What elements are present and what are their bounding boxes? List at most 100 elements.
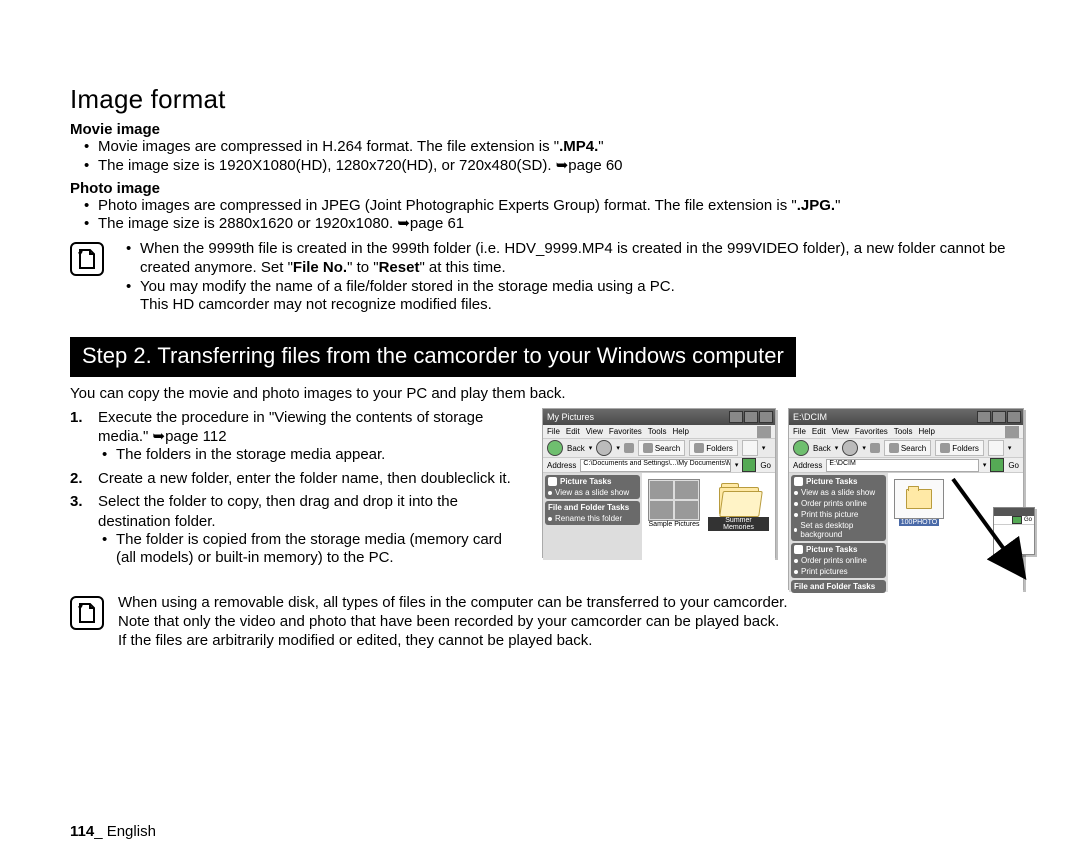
new-folder-item[interactable]: Summer Memories	[708, 479, 769, 531]
task-item[interactable]: View as a slide show	[794, 488, 883, 497]
page-number: 114	[70, 823, 94, 840]
sample-pictures-thumb	[648, 479, 700, 521]
picture-tasks-panel: Picture Tasks View as a slide show	[545, 475, 640, 499]
menu-file[interactable]: File	[793, 427, 806, 436]
screenshots: My Pictures File Edit View Favorites Too…	[542, 408, 1024, 590]
go-button[interactable]	[742, 458, 756, 472]
picture-tasks-icon	[548, 477, 557, 486]
forward-button[interactable]	[842, 440, 858, 456]
side-panel: Picture Tasks View as a slide show File …	[543, 473, 642, 560]
forward-button[interactable]	[596, 440, 612, 456]
back-button[interactable]	[547, 440, 563, 456]
task-item[interactable]: Set as desktop background	[794, 521, 883, 539]
screenshot-dcim: E:\DCIM File Edit View Favorites Tools H…	[788, 408, 1024, 590]
step-1-sub: The folders in the storage media appear.	[98, 446, 524, 465]
views-button[interactable]	[988, 440, 1004, 456]
search-icon	[889, 443, 899, 453]
task-item[interactable]: Print this picture	[794, 510, 883, 519]
minimize-button[interactable]	[729, 411, 743, 423]
movie-list: Movie images are compressed in H.264 for…	[70, 138, 1024, 176]
screenshot-my-pictures: My Pictures File Edit View Favorites Too…	[542, 408, 776, 558]
page-language: _ English	[94, 823, 156, 840]
task-item[interactable]: Order prints online	[794, 556, 883, 565]
page: Image format Movie image Movie images ar…	[0, 0, 1080, 866]
page-title: Image format	[70, 84, 1024, 115]
menu-file[interactable]: File	[547, 427, 560, 436]
windows-logo-icon	[757, 426, 771, 438]
titlebar: My Pictures	[543, 409, 775, 425]
task-item[interactable]: Order prints online	[794, 499, 883, 508]
menu-edit[interactable]: Edit	[812, 427, 826, 436]
views-button[interactable]	[742, 440, 758, 456]
close-button[interactable]	[759, 411, 773, 423]
folders-icon	[940, 443, 950, 453]
search-button[interactable]: Search	[884, 440, 931, 456]
note-2: When using a removable disk, all types o…	[70, 594, 1024, 650]
go-button[interactable]	[990, 458, 1004, 472]
toolbar: Back ▾ ▾ Search Folders ▾	[543, 439, 775, 458]
movie-bullet-2: The image size is 1920X1080(HD), 1280x72…	[70, 157, 1024, 176]
picture-tasks-panel: Picture Tasks View as a slide show Order…	[791, 475, 886, 541]
content-pane: Sample Pictures Summer Memories	[642, 473, 775, 560]
minimize-button[interactable]	[977, 411, 991, 423]
maximize-button[interactable]	[992, 411, 1006, 423]
menu-view[interactable]: View	[586, 427, 603, 436]
menu-bar: File Edit View Favorites Tools Help	[543, 425, 775, 439]
close-button[interactable]	[1007, 411, 1021, 423]
folders-icon	[694, 443, 704, 453]
note2-line3: If the files are arbitrarily modified or…	[118, 632, 1024, 651]
note-1: When the 9999th file is created in the 9…	[70, 240, 1024, 319]
picture-tasks-icon	[794, 545, 803, 554]
step-3: 3. Select the folder to copy, then drag …	[70, 492, 524, 568]
photo-bullet-2: The image size is 2880x1620 or 1920x1080…	[70, 215, 1024, 234]
file-folder-tasks-panel: File and Folder Tasks Rename this folder	[545, 501, 640, 525]
note1-line1: When the 9999th file is created in the 9…	[118, 240, 1024, 278]
picture-tasks-panel-2: Picture Tasks Order prints online Print …	[791, 543, 886, 578]
search-button[interactable]: Search	[638, 440, 685, 456]
photo-bullet-1: Photo images are compressed in JPEG (Joi…	[70, 197, 1024, 216]
menu-tools[interactable]: Tools	[894, 427, 913, 436]
note1-line2: You may modify the name of a file/folder…	[118, 278, 1024, 316]
sample-pictures-item[interactable]: Sample Pictures	[648, 479, 700, 528]
photo-image-heading: Photo image	[70, 180, 1024, 197]
search-icon	[643, 443, 653, 453]
photo-list: Photo images are compressed in JPEG (Joi…	[70, 197, 1024, 235]
address-input[interactable]: E:\DCIM	[826, 459, 978, 472]
menu-edit[interactable]: Edit	[566, 427, 580, 436]
menu-help[interactable]: Help	[918, 427, 934, 436]
task-slideshow[interactable]: View as a slide show	[548, 488, 637, 497]
folders-button[interactable]: Folders	[935, 440, 984, 456]
maximize-button[interactable]	[744, 411, 758, 423]
dcim-folder-item[interactable]: 100PHOTO	[894, 479, 944, 526]
side-panel: Picture Tasks View as a slide show Order…	[789, 473, 888, 592]
task-rename[interactable]: Rename this folder	[548, 514, 637, 523]
menu-favorites[interactable]: Favorites	[855, 427, 888, 436]
menu-help[interactable]: Help	[672, 427, 688, 436]
toolbar: Back ▾ ▾ Search Folders ▾	[789, 439, 1023, 458]
address-input[interactable]: C:\Documents and Settings\...\My Documen…	[580, 459, 730, 472]
up-icon[interactable]	[870, 443, 880, 453]
titlebar: E:\DCIM	[789, 409, 1023, 425]
steps-list: 1. Execute the procedure in "Viewing the…	[70, 408, 524, 568]
folders-button[interactable]: Folders	[689, 440, 738, 456]
address-bar: Address C:\Documents and Settings\...\My…	[543, 458, 775, 473]
folder-icon	[719, 483, 759, 515]
movie-bullet-1: Movie images are compressed in H.264 for…	[70, 138, 1024, 157]
up-icon[interactable]	[624, 443, 634, 453]
task-item[interactable]: Print pictures	[794, 567, 883, 576]
back-button[interactable]	[793, 440, 809, 456]
menu-tools[interactable]: Tools	[648, 427, 667, 436]
note2-line1: When using a removable disk, all types o…	[118, 594, 1024, 613]
menu-bar: File Edit View Favorites Tools Help	[789, 425, 1023, 439]
note-icon	[70, 242, 104, 276]
windows-logo-icon	[1005, 426, 1019, 438]
drag-arrow-icon	[941, 471, 1031, 581]
page-footer: 114_ English	[70, 823, 156, 840]
step-2: 2. Create a new folder, enter the folder…	[70, 469, 524, 488]
note2-line2: Note that only the video and photo that …	[118, 613, 1024, 632]
file-folder-tasks-panel: File and Folder Tasks	[791, 580, 886, 593]
intro-text: You can copy the movie and photo images …	[70, 385, 1024, 402]
menu-favorites[interactable]: Favorites	[609, 427, 642, 436]
menu-view[interactable]: View	[832, 427, 849, 436]
folder-thumb	[894, 479, 944, 519]
